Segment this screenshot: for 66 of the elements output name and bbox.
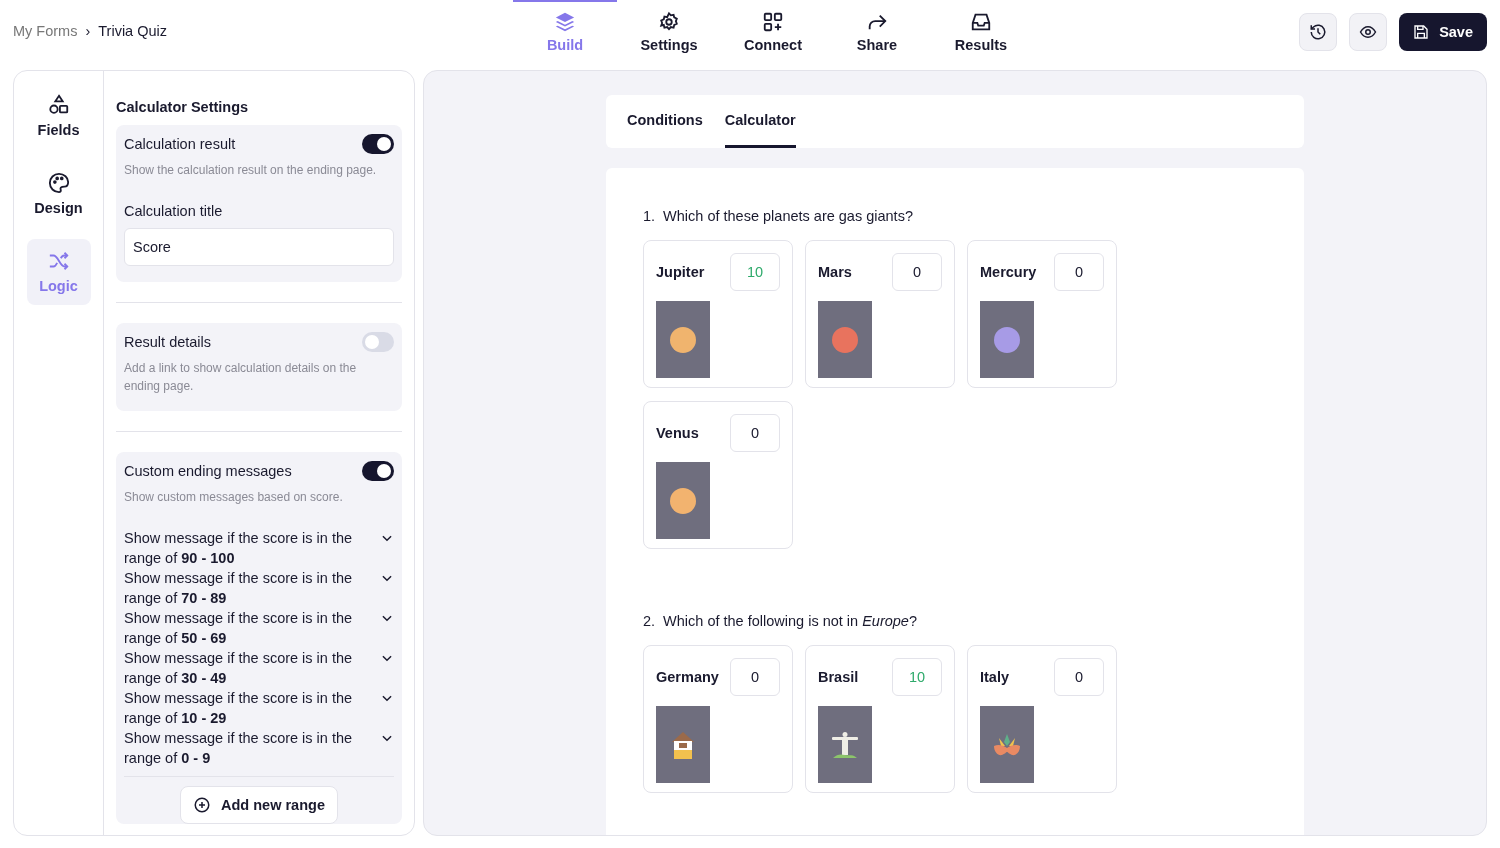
nav-tab[interactable]: Build (513, 0, 617, 64)
settings-icon (658, 11, 680, 33)
save-button[interactable]: Save (1399, 13, 1487, 51)
option-name: Venus (656, 425, 699, 441)
palette-icon (47, 172, 70, 194)
nav-tab[interactable]: Share (825, 0, 929, 64)
rail-tab[interactable]: Fields (26, 83, 91, 149)
question-text: Which of these planets are gas giants? (663, 208, 913, 224)
history-button[interactable] (1299, 13, 1338, 51)
option-name: Mercury (980, 264, 1037, 280)
setting-description: Show custom messages based on score. (124, 489, 344, 506)
planet-icon (831, 325, 859, 354)
shuffle-icon (47, 250, 70, 272)
eye-icon (1359, 23, 1378, 41)
toggle-switch[interactable] (362, 134, 394, 154)
points-field[interactable]: 0 (1054, 253, 1104, 291)
form-title: Trivia Quiz (98, 23, 168, 39)
option-name: Italy (980, 669, 1009, 685)
layers-icon (554, 11, 576, 33)
points-field[interactable]: 0 (1054, 658, 1104, 696)
option-name: Germany (656, 669, 719, 685)
plus-circle-icon (193, 796, 212, 814)
option-name: Mars (818, 264, 852, 280)
field-label: Calculation title (124, 203, 224, 219)
preview-button[interactable] (1349, 13, 1388, 51)
setting-label: Result details (124, 334, 212, 350)
tab[interactable]: Calculator (724, 95, 796, 148)
range-label: Show message if the score is in the range of 50 - 69 (124, 609, 354, 648)
history-icon (1309, 23, 1328, 41)
option-name: Brasil (818, 669, 859, 685)
nav-tab[interactable]: Connect (721, 0, 825, 64)
setting-label: Calculation result (124, 136, 236, 152)
toggle-switch[interactable] (362, 461, 394, 481)
range-label: Show message if the score is in the range of 10 - 29 (124, 689, 354, 728)
add-range-button[interactable]: Add new range (180, 786, 338, 824)
range-label: Show message if the score is in the range of 30 - 49 (124, 649, 354, 688)
rail-tab[interactable]: Design (26, 161, 91, 227)
planet-icon (993, 325, 1021, 354)
points-field[interactable]: 0 (892, 253, 942, 291)
planet-icon (669, 325, 697, 354)
breadcrumb-link[interactable]: My Forms (13, 23, 78, 39)
question-number: 1. (643, 208, 656, 224)
question-text: Which of the following is not in Europe? (663, 613, 917, 629)
points-field[interactable]: 0 (730, 658, 780, 696)
nav-tab[interactable]: Results (929, 0, 1033, 64)
question-number: 2. (643, 613, 656, 629)
setting-description: Add a link to show calculation details on the ending page. (124, 360, 358, 395)
nav-tab[interactable]: Settings (617, 0, 721, 64)
breadcrumb-separator: › (85, 23, 91, 39)
planet-icon (669, 486, 697, 515)
title-input[interactable]: Score (124, 228, 394, 266)
toggle-switch[interactable] (362, 332, 394, 352)
points-field[interactable]: 0 (730, 414, 780, 452)
statue-icon (831, 730, 859, 759)
grid-plus-icon (762, 11, 784, 33)
shapes-icon (47, 94, 70, 116)
house-icon (670, 729, 696, 760)
range-label: Show message if the score is in the range of 90 - 100 (124, 529, 354, 568)
setting-label: Custom ending messages (124, 463, 292, 479)
tab[interactable]: Conditions (627, 95, 703, 148)
range-label: Show message if the score is in the range of 0 - 9 (124, 729, 354, 768)
setting-description: Show the calculation result on the ending page. (124, 162, 378, 179)
option-name: Jupiter (656, 264, 705, 280)
inbox-icon (970, 11, 992, 33)
panel-title: Calculator Settings (116, 99, 250, 115)
range-label: Show message if the score is in the range of 70 - 89 (124, 569, 354, 608)
